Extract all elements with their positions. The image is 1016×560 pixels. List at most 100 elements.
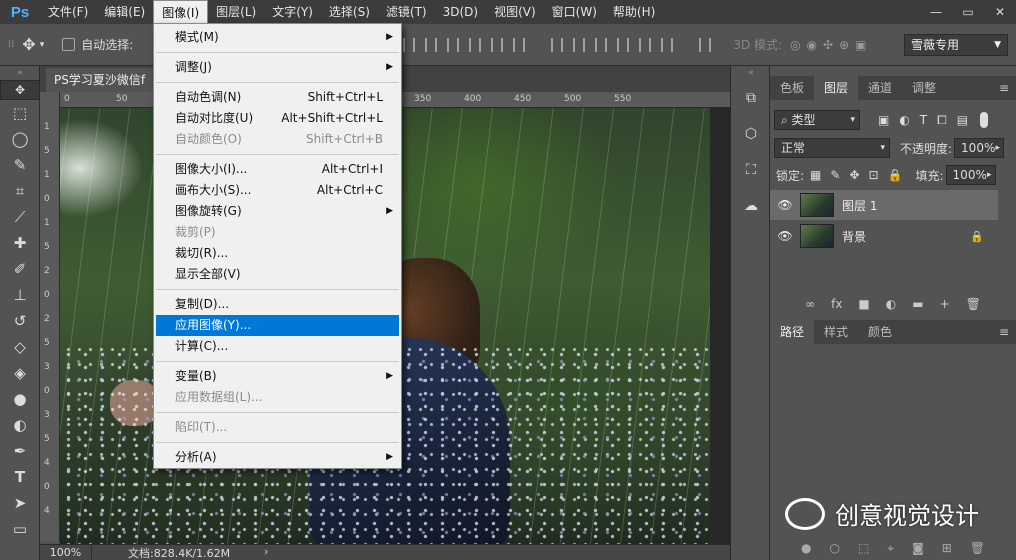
image-menu-item[interactable]: 调整(J) ▶	[156, 57, 399, 78]
marquee-tool-icon[interactable]: ⬚	[0, 100, 40, 126]
tool-preset-arrow-icon[interactable]: ▾	[40, 40, 45, 50]
workspace-select[interactable]: 雪薇专用 ▼	[904, 34, 1008, 56]
menu-6[interactable]: 滤镜(T)	[378, 0, 435, 24]
eye-icon[interactable]: 👁	[770, 229, 800, 243]
fill-input[interactable]: 100% ▸	[945, 165, 996, 185]
load-selection-icon[interactable]: ⬚	[858, 541, 869, 555]
distribute-bottom-icon[interactable]	[595, 37, 608, 52]
adjustment-layer-icon[interactable]: ◐	[886, 297, 896, 311]
image-menu-item[interactable]: 计算(C)...	[156, 336, 399, 357]
fill-path-icon[interactable]: ●	[801, 541, 811, 555]
menu-5[interactable]: 选择(S)	[321, 0, 378, 24]
close-button[interactable]: ✕	[984, 2, 1016, 22]
image-menu-item[interactable]: 画布大小(S)... Alt+Ctrl+C	[156, 180, 399, 201]
add-mask-icon[interactable]: ◙	[912, 541, 924, 555]
path-select-tool-icon[interactable]: ➤	[0, 490, 40, 516]
collapse-icon[interactable]: «	[731, 66, 771, 80]
distribute-vcenter-icon[interactable]	[573, 37, 586, 52]
distribute-hcenter-icon[interactable]	[639, 37, 652, 52]
new-group-icon[interactable]: ▬	[912, 297, 923, 311]
image-menu-item[interactable]: 图像大小(I)... Alt+Ctrl+I	[156, 159, 399, 180]
menu-9[interactable]: 窗口(W)	[544, 0, 605, 24]
lock-icons[interactable]: ▦✎✥⊡🔒	[810, 168, 911, 182]
panel-tab[interactable]: 颜色	[858, 320, 902, 344]
menu-10[interactable]: 帮助(H)	[605, 0, 663, 24]
image-menu-item[interactable]: 模式(M) ▶	[156, 27, 399, 48]
panel-tab[interactable]: 样式	[814, 320, 858, 344]
lock-icon[interactable]: 🔒	[970, 230, 984, 243]
shape-tool-icon[interactable]: ▭	[0, 516, 40, 542]
status-menu-arrow[interactable]: ›	[264, 545, 268, 558]
lasso-tool-icon[interactable]: ◯	[0, 126, 40, 152]
brush-tool-icon[interactable]: ✐	[0, 256, 40, 282]
auto-select-checkbox[interactable]	[62, 38, 76, 51]
image-menu-item[interactable]: 分析(A) ▶	[156, 447, 399, 468]
collapse-icon[interactable]: »	[0, 66, 40, 80]
link-layers-icon[interactable]: ∞	[805, 297, 815, 311]
align-left-icon[interactable]	[469, 37, 482, 52]
type-tool-icon[interactable]: T	[0, 464, 40, 490]
image-menu-item[interactable]: 显示全部(V)	[156, 264, 399, 285]
align-top-icon[interactable]	[403, 37, 416, 52]
dodge-tool-icon[interactable]: ◐	[0, 412, 40, 438]
make-path-icon[interactable]: ⌖	[887, 541, 894, 556]
eye-icon[interactable]: 👁	[770, 198, 800, 212]
image-menu-item[interactable]: 变量(B) ▶	[156, 366, 399, 387]
auto-align-icon[interactable]	[699, 37, 712, 52]
panel-tab[interactable]: 调整	[902, 76, 946, 100]
zoom-level[interactable]: 100%	[40, 546, 92, 559]
new-layer-icon[interactable]: +	[940, 297, 950, 311]
paint-bucket-tool-icon[interactable]: ◈	[0, 360, 40, 386]
blend-mode-select[interactable]: 正常 ▾	[774, 138, 890, 158]
clone-stamp-tool-icon[interactable]: ⊥	[0, 282, 40, 308]
move-tool-icon[interactable]: ✥	[0, 80, 40, 100]
menu-8[interactable]: 视图(V)	[486, 0, 544, 24]
delete-path-icon[interactable]: 🗑	[970, 541, 985, 555]
align-right-icon[interactable]	[513, 37, 526, 52]
filter-toggle[interactable]	[980, 112, 989, 128]
align-hcenter-icon[interactable]	[491, 37, 504, 52]
pen-tool-icon[interactable]: ✒	[0, 438, 40, 464]
fx-icon[interactable]: fx	[831, 297, 842, 311]
healing-brush-tool-icon[interactable]: ✚	[0, 230, 40, 256]
layer-row[interactable]: 👁 背景 🔒	[770, 221, 998, 251]
move-tool-icon[interactable]: ✥	[22, 35, 35, 54]
stroke-path-icon[interactable]: ○	[829, 541, 839, 555]
opacity-input[interactable]: 100% ▸	[954, 138, 1005, 158]
libraries-panel-icon[interactable]: ☁	[731, 188, 771, 224]
align-bottom-icon[interactable]	[447, 37, 460, 52]
add-mask-icon[interactable]: ■	[858, 297, 869, 311]
document-tab[interactable]: PS学习夏沙微信f	[46, 68, 156, 92]
menu-7[interactable]: 3D(D)	[435, 0, 486, 24]
new-path-icon[interactable]: ⊞	[942, 541, 952, 555]
image-menu-item[interactable]: 图像旋转(G) ▶	[156, 201, 399, 222]
history-brush-tool-icon[interactable]: ↺	[0, 308, 40, 334]
restore-button[interactable]: ▭	[952, 2, 984, 22]
image-menu-item[interactable]: 裁切(R)...	[156, 243, 399, 264]
filter-type-icons[interactable]: ▣◐T⧠▤	[878, 113, 978, 128]
menu-1[interactable]: 编辑(E)	[96, 0, 153, 24]
menu-0[interactable]: 文件(F)	[40, 0, 96, 24]
panel-tab[interactable]: 路径	[770, 320, 815, 344]
menu-4[interactable]: 文字(Y)	[264, 0, 321, 24]
distribute-right-icon[interactable]	[661, 37, 674, 52]
align-vcenter-icon[interactable]	[425, 37, 438, 52]
eraser-tool-icon[interactable]: ◇	[0, 334, 40, 360]
menu-3[interactable]: 图层(L)	[208, 0, 264, 24]
properties-panel-icon[interactable]: ⛶	[731, 152, 771, 188]
image-menu-item[interactable]: 应用图像(Y)...	[156, 315, 399, 336]
image-menu-item[interactable]: 自动色调(N) Shift+Ctrl+L	[156, 87, 399, 108]
quick-select-tool-icon[interactable]: ✎	[0, 152, 40, 178]
history-panel-icon[interactable]: ⧉	[731, 80, 771, 116]
menu-2[interactable]: 图像(I)	[153, 0, 209, 24]
crop-tool-icon[interactable]: ⌗	[0, 178, 40, 204]
3d-panel-icon[interactable]: ⬡	[731, 116, 771, 152]
minimize-button[interactable]: —	[920, 2, 952, 22]
panel-menu-icon[interactable]: ≡	[992, 320, 1016, 344]
panel-tab[interactable]: 色板	[770, 76, 814, 100]
blur-tool-icon[interactable]: ●	[0, 386, 40, 412]
panel-tab[interactable]: 图层	[814, 76, 859, 100]
eyedropper-tool-icon[interactable]: ⟋	[0, 204, 40, 230]
3d-mode-icons[interactable]: ◎◉✣⊕▣	[790, 38, 872, 52]
image-menu-item[interactable]: 复制(D)...	[156, 294, 399, 315]
